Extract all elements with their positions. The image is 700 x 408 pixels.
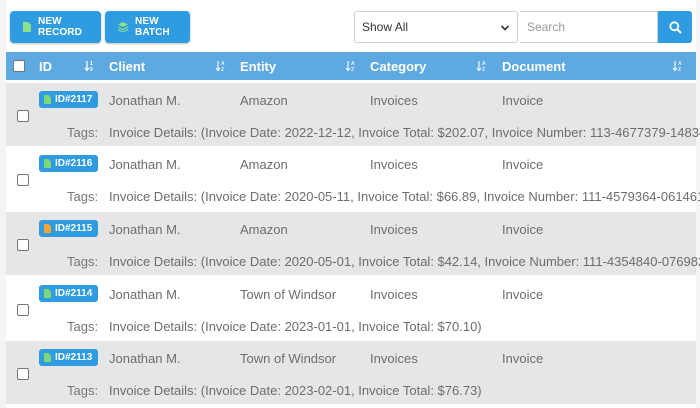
search-placeholder: Search <box>527 20 566 34</box>
svg-text:Z: Z <box>351 67 354 72</box>
document-cell: Invoice <box>502 222 544 237</box>
tags-value: Invoice Details: (Invoice Date: 2022-12-… <box>109 125 700 140</box>
category-cell: Invoices <box>370 222 418 237</box>
category-cell: Invoices <box>370 351 418 366</box>
svg-text:Z: Z <box>678 67 681 72</box>
entity-cell: Amazon <box>240 93 288 108</box>
tags-label: Tags: <box>67 383 99 398</box>
sort-icon[interactable]: 19 <box>84 60 96 75</box>
search-button[interactable] <box>658 11 692 43</box>
entity-cell: Amazon <box>240 222 288 237</box>
sort-icon[interactable]: AZ <box>345 60 357 75</box>
category-cell: Invoices <box>370 157 418 172</box>
record-id-badge[interactable]: ID#2113 <box>39 349 99 366</box>
tags-label: Tags: <box>67 254 99 269</box>
column-header-entity[interactable]: Entity <box>240 52 276 80</box>
column-header-client[interactable]: Client <box>109 52 145 80</box>
tags-value: Invoice Details: (Invoice Date: 2020-05-… <box>109 189 700 204</box>
client-cell: Jonathan M. <box>109 287 181 302</box>
layers-icon <box>118 22 128 32</box>
document-icon <box>44 289 51 298</box>
select-all-checkbox[interactable] <box>13 60 25 72</box>
table-row[interactable]: ID#2116 Jonathan M. Amazon Invoices Invo… <box>6 147 700 210</box>
table-row[interactable]: ID#2117 Jonathan M. Amazon Invoices Invo… <box>6 83 700 146</box>
chevron-down-icon <box>500 22 510 36</box>
table-row[interactable]: ID#2113 Jonathan M. Town of Windsor Invo… <box>6 341 696 404</box>
document-cell: Invoice <box>502 351 544 366</box>
svg-text:Z: Z <box>221 67 224 72</box>
svg-text:Z: Z <box>482 67 485 72</box>
tags-value: Invoice Details: (Invoice Date: 2023-01-… <box>109 319 482 334</box>
record-id-badge[interactable]: ID#2117 <box>39 91 99 108</box>
search-icon <box>668 20 682 34</box>
row-checkbox[interactable] <box>17 368 29 380</box>
document-icon <box>44 159 51 168</box>
filter-value: Show All <box>362 20 409 34</box>
category-cell: Invoices <box>370 287 418 302</box>
new-record-label: NEW RECORD <box>38 16 82 38</box>
row-checkbox[interactable] <box>17 174 29 186</box>
column-header-document[interactable]: Document <box>502 52 566 80</box>
client-cell: Jonathan M. <box>109 93 181 108</box>
filter-select[interactable]: Show All <box>354 11 518 43</box>
column-header-id[interactable]: ID <box>39 52 52 80</box>
category-cell: Invoices <box>370 93 418 108</box>
entity-cell: Amazon <box>240 157 288 172</box>
new-batch-button[interactable]: NEW BATCH <box>105 11 190 43</box>
entity-cell: Town of Windsor <box>240 351 337 366</box>
client-cell: Jonathan M. <box>109 351 181 366</box>
sort-icon[interactable]: AZ <box>672 60 684 75</box>
sort-icon[interactable]: AZ <box>215 60 227 75</box>
tags-label: Tags: <box>67 319 99 334</box>
client-cell: Jonathan M. <box>109 222 181 237</box>
table-row[interactable]: ID#2115 Jonathan M. Amazon Invoices Invo… <box>6 212 700 275</box>
document-icon <box>44 95 51 104</box>
record-id-badge[interactable]: ID#2116 <box>39 155 99 172</box>
table-header: ID 19 Client AZ Entity AZ Category AZ Do… <box>6 52 696 80</box>
tags-value: Invoice Details: (Invoice Date: 2020-05-… <box>109 254 700 269</box>
document-cell: Invoice <box>502 93 544 108</box>
tags-label: Tags: <box>67 125 99 140</box>
document-cell: Invoice <box>502 287 544 302</box>
tags-value: Invoice Details: (Invoice Date: 2023-02-… <box>109 383 482 398</box>
search-input[interactable]: Search <box>520 11 658 43</box>
entity-cell: Town of Windsor <box>240 287 337 302</box>
document-icon <box>44 224 51 233</box>
tags-label: Tags: <box>67 189 99 204</box>
record-id-badge[interactable]: ID#2114 <box>39 285 99 302</box>
document-icon <box>44 353 51 362</box>
document-icon <box>23 22 31 32</box>
row-checkbox[interactable] <box>17 304 29 316</box>
row-checkbox[interactable] <box>17 110 29 122</box>
column-header-category[interactable]: Category <box>370 52 426 80</box>
row-checkbox[interactable] <box>17 239 29 251</box>
document-cell: Invoice <box>502 157 544 172</box>
sort-icon[interactable]: AZ <box>476 60 488 75</box>
new-record-button[interactable]: NEW RECORD <box>10 11 101 43</box>
svg-text:9: 9 <box>90 67 93 72</box>
client-cell: Jonathan M. <box>109 157 181 172</box>
table-row[interactable]: ID#2114 Jonathan M. Town of Windsor Invo… <box>6 277 696 340</box>
record-id-badge[interactable]: ID#2115 <box>39 220 99 237</box>
new-batch-label: NEW BATCH <box>135 16 170 38</box>
